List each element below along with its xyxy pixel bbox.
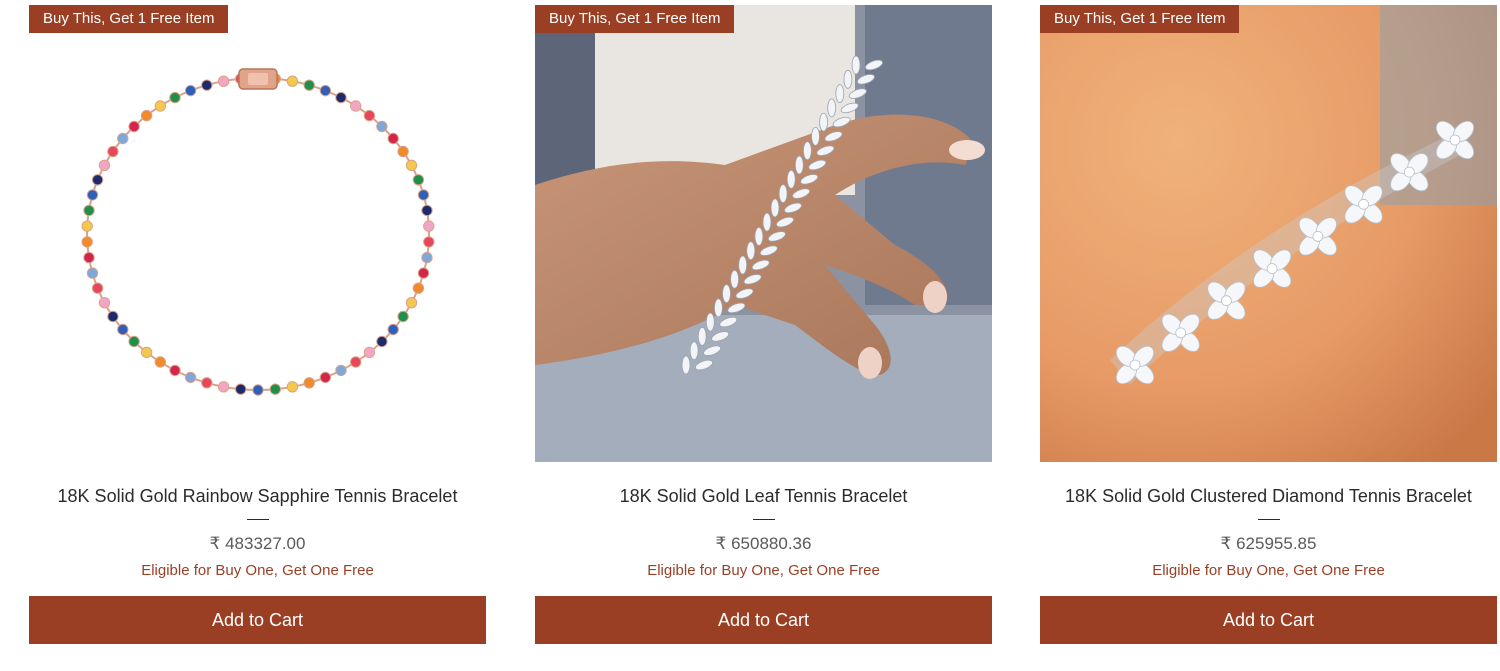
promo-ribbon: Buy This, Get 1 Free Item [1040, 5, 1240, 33]
add-to-cart-button[interactable]: Add to Cart [29, 596, 486, 644]
title-divider [1258, 519, 1280, 520]
leaf-bracelet-on-hand-image [535, 5, 992, 462]
title-divider [247, 519, 269, 520]
promo-ribbon: Buy This, Get 1 Free Item [29, 5, 229, 33]
product-image[interactable] [1040, 5, 1497, 462]
product-title[interactable]: 18K Solid Gold Leaf Tennis Bracelet [535, 486, 992, 507]
clustered-diamond-bracelet-on-wrist-image [1040, 5, 1497, 462]
title-divider [753, 519, 775, 520]
product-price: ₹ 625955.85 [1220, 534, 1317, 553]
product-image[interactable] [535, 5, 992, 462]
product-card: Buy This, Get 1 Free Item 18K Solid Gold… [535, 5, 992, 645]
product-title[interactable]: 18K Solid Gold Rainbow Sapphire Tennis B… [29, 486, 486, 507]
offer-text: Eligible for Buy One, Get One Free [1152, 562, 1385, 579]
product-card: Buy This, Get 1 Free Item 18K Solid Gold… [29, 5, 486, 645]
product-grid: Buy This, Get 1 Free Item 18K Solid Gold… [0, 0, 1500, 671]
product-title[interactable]: 18K Solid Gold Clustered Diamond Tennis … [1040, 486, 1497, 507]
offer-text: Eligible for Buy One, Get One Free [141, 562, 374, 579]
rainbow-sapphire-bracelet-image [29, 5, 486, 462]
offer-text: Eligible for Buy One, Get One Free [647, 562, 880, 579]
add-to-cart-button[interactable]: Add to Cart [1040, 596, 1497, 644]
product-card: Buy This, Get 1 Free Item 18K Solid Gold… [1040, 5, 1497, 645]
product-price: ₹ 650880.36 [715, 534, 812, 553]
product-image[interactable] [29, 5, 486, 462]
product-price: ₹ 483327.00 [209, 534, 306, 553]
promo-ribbon: Buy This, Get 1 Free Item [535, 5, 735, 33]
add-to-cart-button[interactable]: Add to Cart [535, 596, 992, 644]
